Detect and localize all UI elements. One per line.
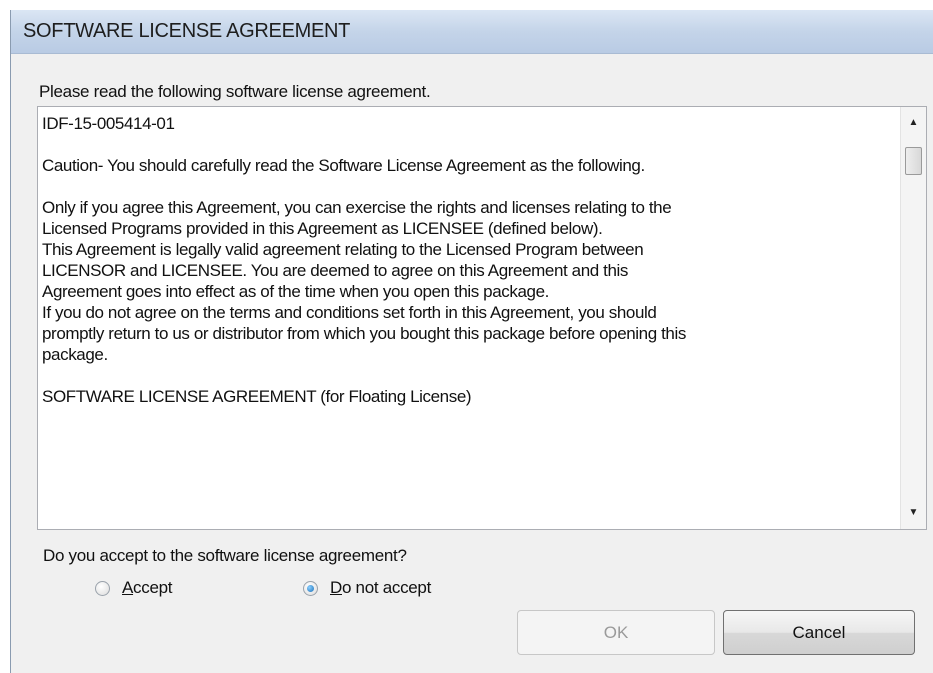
title-bar[interactable]: SOFTWARE LICENSE AGREEMENT: [11, 10, 933, 54]
cancel-button[interactable]: Cancel: [723, 610, 915, 655]
scroll-up-arrow-icon[interactable]: ▲: [901, 111, 926, 135]
license-paragraph: Only if you agree this Agreement, you ca…: [42, 198, 686, 364]
accept-radio-option[interactable]: Accept: [95, 576, 172, 600]
license-textbox[interactable]: IDF-15-005414-01 Caution- You should car…: [37, 106, 927, 530]
license-text-content: IDF-15-005414-01 Caution- You should car…: [42, 113, 892, 428]
decline-radio-label[interactable]: Do not accept: [330, 578, 431, 598]
scroll-thumb[interactable]: [905, 147, 922, 175]
decline-radio-button[interactable]: [303, 580, 318, 596]
vertical-scrollbar[interactable]: ▲ ▼: [900, 107, 926, 529]
accept-radio-button[interactable]: [95, 580, 110, 596]
accept-question: Do you accept to the software license ag…: [43, 546, 407, 565]
instruction-text: Please read the following software licen…: [39, 82, 431, 101]
license-dialog: SOFTWARE LICENSE AGREEMENT Please read t…: [10, 10, 933, 673]
decline-radio-option[interactable]: Do not accept: [303, 576, 431, 600]
license-paragraph: Caution- You should carefully read the S…: [42, 156, 645, 175]
accept-radio-label[interactable]: Accept: [122, 578, 172, 598]
license-paragraph: SOFTWARE LICENSE AGREEMENT (for Floating…: [42, 387, 472, 406]
ok-button[interactable]: OK: [517, 610, 715, 655]
license-paragraph: IDF-15-005414-01: [42, 114, 175, 133]
scroll-down-arrow-icon[interactable]: ▼: [901, 501, 926, 525]
window-title: SOFTWARE LICENSE AGREEMENT: [23, 20, 351, 42]
